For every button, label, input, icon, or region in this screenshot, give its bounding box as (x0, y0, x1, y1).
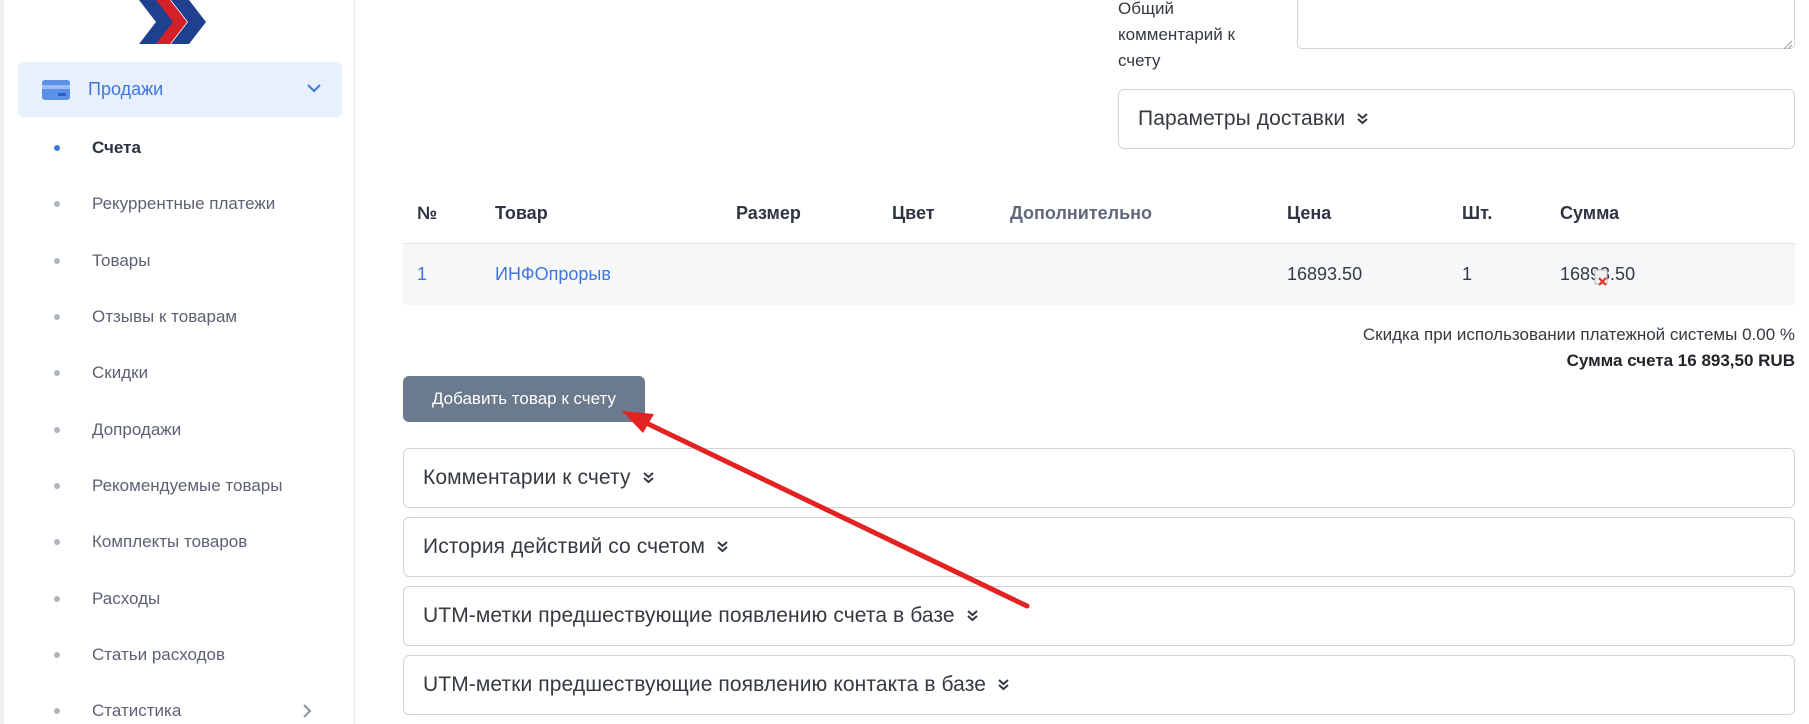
column-header-price: Цена (1287, 203, 1332, 223)
sidebar-item-upsells[interactable]: Допродажи (4, 401, 359, 457)
chevron-right-icon[interactable] (301, 704, 313, 723)
row-qty: 1 (1462, 264, 1473, 284)
double-chevron-down-icon (998, 679, 1009, 691)
bullet-icon (54, 482, 60, 489)
add-product-button[interactable]: Добавить товар к счету (403, 376, 645, 422)
utm-contact-toggle[interactable]: UTM-метки предшествующие появлению конта… (403, 655, 1795, 715)
sidebar-item-label: Статьи расходов (92, 644, 226, 664)
credit-card-icon (42, 79, 70, 100)
sidebar: Продажи Счета Рекуррентные платежи Товар… (0, 0, 355, 724)
sidebar-item-product-reviews[interactable]: Отзывы к товарам (4, 289, 359, 345)
sidebar-item-label: Счета (92, 138, 141, 158)
sidebar-item-label: Рекуррентные платежи (92, 194, 276, 214)
sidebar-item-product-bundles[interactable]: Комплекты товаров (4, 514, 359, 570)
sidebar-item-label: Статистика (92, 701, 182, 721)
sidebar-item-label: Расходы (92, 588, 161, 608)
sidebar-item-statistics[interactable]: Статистика (4, 683, 359, 724)
sidebar-group-sales[interactable]: Продажи (18, 62, 342, 117)
invoice-total: Сумма счета 16 893,50 RUB (1566, 351, 1795, 370)
invoice-comments-label: Комментарии к счету (423, 466, 631, 489)
bullet-icon (54, 426, 60, 433)
row-product-link[interactable]: ИНФОпрорыв (495, 264, 611, 285)
double-chevron-down-icon (967, 610, 978, 622)
bullet-icon (54, 651, 60, 658)
double-chevron-down-icon (1357, 113, 1368, 125)
delivery-params-label: Параметры доставки (1138, 107, 1346, 130)
utm-invoice-toggle[interactable]: UTM-метки предшествующие появлению счета… (403, 586, 1795, 646)
sidebar-item-recommended-products[interactable]: Рекомендуемые товары (4, 458, 359, 514)
table-row: 1 ИНФОпрорыв 16893.50 1 16893.50 (403, 244, 1795, 305)
column-header-qty: Шт. (1462, 203, 1493, 223)
sidebar-item-recurring-payments[interactable]: Рекуррентные платежи (4, 176, 359, 232)
column-header-color: Цвет (892, 203, 935, 223)
column-header-size: Размер (736, 203, 801, 223)
invoice-main: Общий комментарий к счету Параметры дост… (356, 0, 1809, 724)
sidebar-item-label: Рекомендуемые товары (92, 475, 283, 495)
bullet-icon (54, 539, 60, 546)
double-chevron-logo-icon (139, 0, 206, 44)
bullet-icon (54, 708, 60, 715)
bullet-icon (54, 201, 60, 208)
row-num[interactable]: 1 (417, 264, 427, 285)
invoice-history-toggle[interactable]: История действий со счетом (403, 517, 1795, 577)
sidebar-item-label: Скидки (92, 363, 149, 383)
table-header: № Товар Размер Цвет Дополнительно Цена Ш… (403, 188, 1795, 244)
bullet-icon (54, 370, 60, 377)
sidebar-item-products[interactable]: Товары (4, 233, 359, 289)
resize-grip-icon[interactable] (1782, 36, 1793, 50)
sidebar-item-discounts[interactable]: Скидки (4, 345, 359, 401)
sidebar-item-label: Комплекты товаров (92, 532, 248, 552)
bullet-icon (54, 314, 60, 321)
payment-system-discount: Скидка при использовании платежной систе… (1362, 325, 1795, 344)
sidebar-item-label: Товары (92, 250, 151, 270)
utm-invoice-label: UTM-метки предшествующие появлению счета… (423, 604, 955, 627)
double-chevron-down-icon (717, 541, 728, 553)
sidebar-item-invoices[interactable]: Счета (4, 120, 359, 176)
logo[interactable] (134, 0, 214, 46)
column-header-sum: Сумма (1560, 203, 1620, 223)
sidebar-item-label: Допродажи (92, 419, 182, 439)
invoice-history-label: История действий со счетом (423, 535, 706, 558)
sidebar-item-expense-categories[interactable]: Статьи расходов (4, 627, 359, 683)
double-chevron-down-icon (642, 472, 654, 484)
column-header-num: № (417, 203, 438, 223)
row-price: 16893.50 (1287, 264, 1363, 284)
column-header-product: Товар (495, 203, 548, 223)
sidebar-nav: Счета Рекуррентные платежи Товары Отзывы… (4, 120, 359, 724)
column-header-extra: Дополнительно (1010, 203, 1153, 223)
bullet-icon (54, 595, 60, 602)
delivery-params-toggle[interactable]: Параметры доставки (1118, 89, 1795, 149)
sidebar-item-label: Отзывы к товарам (92, 307, 238, 327)
invoice-comments-toggle[interactable]: Комментарии к счету (403, 448, 1795, 508)
bullet-icon (54, 145, 60, 152)
sidebar-group-label: Продажи (88, 79, 164, 99)
utm-contact-label: UTM-метки предшествующие появлению конта… (423, 673, 986, 696)
general-comment-textarea[interactable] (1297, 0, 1795, 50)
bullet-icon (54, 257, 60, 264)
sidebar-item-expenses[interactable]: Расходы (4, 570, 359, 626)
chevron-down-icon[interactable] (306, 80, 322, 101)
products-table: № Товар Размер Цвет Дополнительно Цена Ш… (403, 188, 1795, 305)
delete-icon[interactable] (1594, 269, 1610, 287)
general-comment-label: Общий комментарий к счету (1118, 0, 1235, 70)
